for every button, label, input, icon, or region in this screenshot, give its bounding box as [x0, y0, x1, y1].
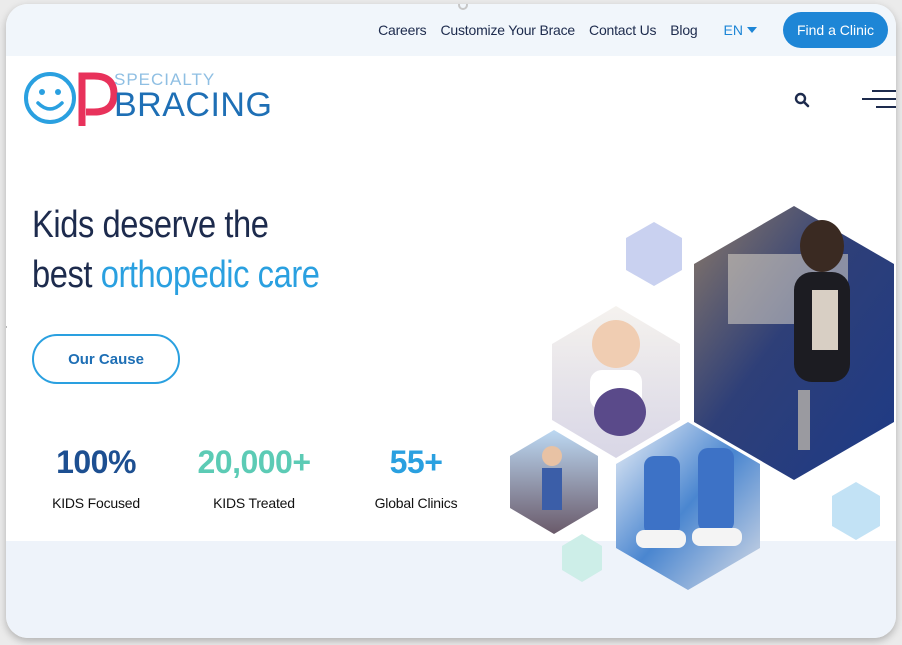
decorative-hexagon-lightblue — [832, 482, 880, 540]
nav-link-careers[interactable]: Careers — [378, 22, 427, 38]
hero-title-plain: best — [32, 254, 93, 296]
hero-title-line1: Kids deserve the — [32, 204, 269, 246]
decorative-hexagon-mint — [562, 534, 602, 582]
stat-label: KIDS Focused — [52, 495, 140, 511]
hexagon-photo-collage — [510, 206, 894, 590]
decorative-hexagon-lavender — [626, 222, 682, 286]
site-logo[interactable]: SPECIALTY BRACING — [22, 70, 272, 130]
logo-bracing-text: BRACING — [114, 86, 273, 124]
find-a-clinic-button[interactable]: Find a Clinic — [782, 12, 888, 48]
our-cause-button[interactable]: Our Cause — [32, 334, 180, 384]
stat-value: 55+ — [389, 444, 443, 480]
nav-link-customize-brace[interactable]: Customize Your Brace — [441, 22, 576, 38]
utility-bar: Careers Customize Your Brace Contact Us … — [6, 4, 896, 56]
stat-value: 100% — [56, 444, 136, 480]
language-label: EN — [723, 22, 743, 38]
chevron-left-icon[interactable]: › — [6, 318, 7, 336]
hero-title-line2: best orthopedic care — [32, 250, 436, 300]
smiley-logo-icon — [24, 72, 118, 126]
hero-title: Kids deserve the best orthopedic care — [32, 200, 436, 300]
stat-global-clinics: 55+ Global Clinics — [356, 444, 476, 511]
stat-kids-treated: 20,000+ KIDS Treated — [184, 444, 324, 511]
hero-title-accent: orthopedic care — [100, 254, 320, 296]
nav-link-blog[interactable]: Blog — [670, 22, 697, 38]
stat-value: 20,000+ — [197, 444, 311, 480]
hamburger-menu-icon[interactable] — [862, 88, 896, 110]
stat-label: KIDS Treated — [213, 495, 295, 511]
search-icon[interactable] — [794, 92, 810, 108]
chevron-down-icon — [746, 27, 757, 33]
utility-nav: Careers Customize Your Brace Contact Us … — [378, 4, 896, 56]
stat-label: Global Clinics — [374, 495, 458, 511]
stat-kids-focused: 100% KIDS Focused — [36, 444, 156, 511]
browser-frame: Careers Customize Your Brace Contact Us … — [6, 4, 896, 638]
language-selector[interactable]: EN — [724, 22, 757, 38]
nav-link-contact-us[interactable]: Contact Us — [589, 22, 656, 38]
